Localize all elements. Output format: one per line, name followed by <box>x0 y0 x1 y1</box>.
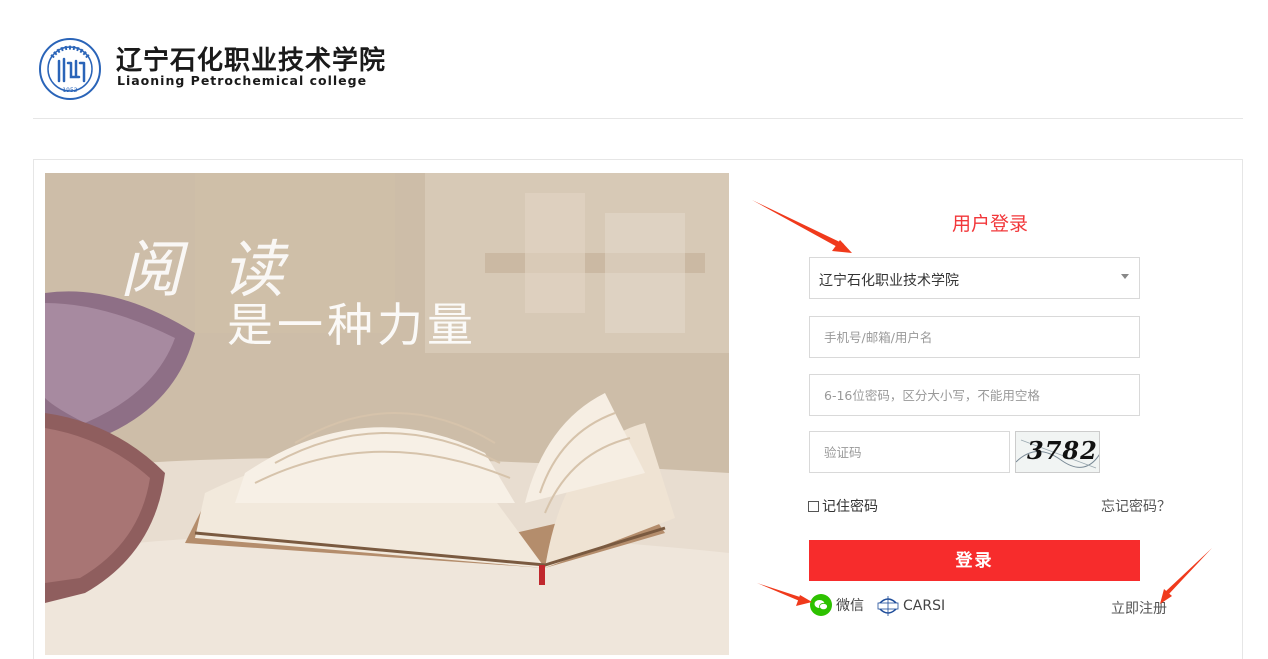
wechat-icon <box>810 594 832 616</box>
register-link[interactable]: 立即注册 <box>1111 598 1167 618</box>
captcha-text: 3782 <box>1027 436 1098 465</box>
carsi-label: CARSI <box>903 598 946 614</box>
hero-subtitle: 是一种力量 <box>227 298 477 352</box>
username-field[interactable] <box>809 316 1140 358</box>
carsi-icon <box>877 596 899 616</box>
school-emblem-icon: 1952 <box>39 38 101 100</box>
remember-label: 记住密码 <box>822 499 878 515</box>
captcha-input[interactable] <box>810 432 1009 472</box>
school-name-en: Liaoning Petrochemical college <box>117 73 368 88</box>
username-input[interactable] <box>810 317 1139 357</box>
login-title: 用户登录 <box>951 213 1028 235</box>
carsi-login[interactable]: CARSI <box>876 594 945 618</box>
svg-text:1952: 1952 <box>62 87 77 94</box>
login-button[interactable]: 登录 <box>809 540 1140 581</box>
password-input[interactable] <box>810 375 1139 415</box>
header-divider <box>33 118 1243 119</box>
hero-image: 阅 读 是一种力量 <box>45 173 729 655</box>
captcha-image[interactable]: 3782 <box>1015 431 1100 473</box>
wechat-label: 微信 <box>836 598 864 614</box>
school-select-value: 辽宁石化职业技术学院 <box>819 273 959 289</box>
forgot-password-link[interactable]: 忘记密码？ <box>1101 496 1171 516</box>
school-name-cn: 辽宁石化职业技术学院 <box>116 46 387 76</box>
password-field[interactable] <box>809 374 1140 416</box>
remember-password[interactable]: 记住密码 <box>808 496 878 516</box>
header: 1952 辽宁石化职业技术学院 Liaoning Petrochemical c… <box>0 0 1268 118</box>
school-select[interactable]: 辽宁石化职业技术学院 <box>809 257 1140 299</box>
captcha-field[interactable] <box>809 431 1010 473</box>
caret-down-icon <box>1121 274 1129 279</box>
remember-checkbox[interactable] <box>808 501 819 512</box>
wechat-login[interactable]: 微信 <box>810 594 864 616</box>
